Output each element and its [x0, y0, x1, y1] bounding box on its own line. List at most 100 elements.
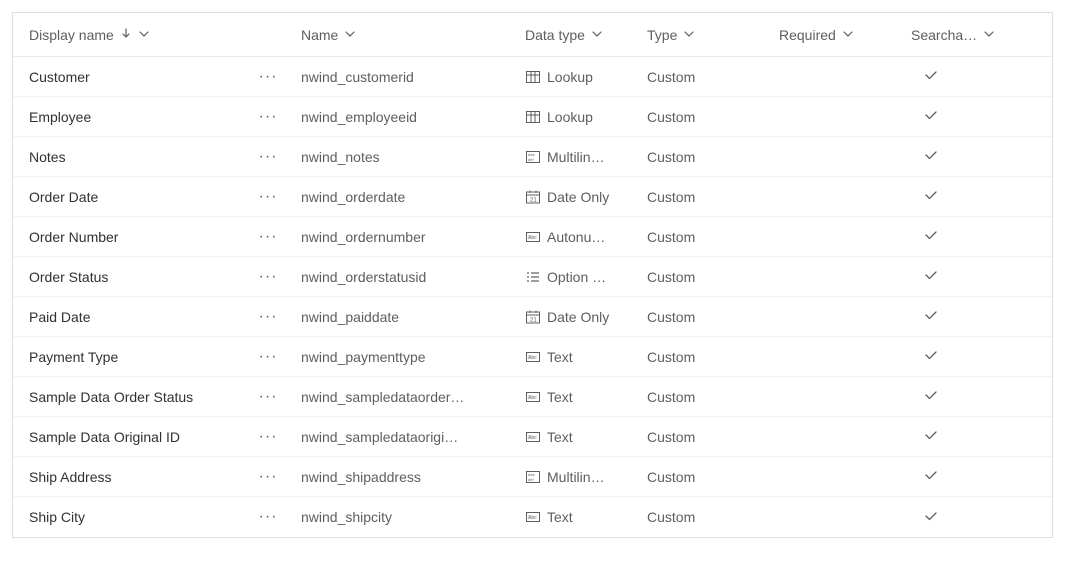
chevron-down-icon — [138, 27, 150, 43]
row-more-button[interactable]: ··· — [243, 149, 293, 165]
chevron-down-icon — [842, 27, 854, 43]
table-row[interactable]: Employee···nwind_employeeidLookupCustom — [13, 97, 1052, 137]
cell-display-name: Paid Date — [13, 309, 243, 325]
svg-text:Abc: Abc — [528, 395, 537, 401]
cell-name: nwind_paymenttype — [293, 349, 517, 365]
sort-down-icon — [120, 27, 132, 43]
row-more-button[interactable]: ··· — [243, 269, 293, 285]
table-row[interactable]: Ship City···nwind_shipcityAbcTextCustom — [13, 497, 1052, 537]
row-more-button[interactable]: ··· — [243, 349, 293, 365]
cell-datatype: AbcText — [517, 349, 639, 365]
row-more-button[interactable]: ··· — [243, 469, 293, 485]
cell-type: Custom — [639, 149, 771, 165]
row-more-button[interactable]: ··· — [243, 189, 293, 205]
row-more-button[interactable]: ··· — [243, 389, 293, 405]
table-row[interactable]: Order Number···nwind_ordernumberAbcAuton… — [13, 217, 1052, 257]
datatype-lookup-icon — [525, 109, 541, 125]
row-more-button[interactable]: ··· — [243, 69, 293, 85]
cell-datatype-text: Date Only — [547, 309, 609, 325]
header-name-label: Name — [301, 27, 338, 43]
cell-datatype: AbcdefMultilin… — [517, 469, 639, 485]
table-row[interactable]: Order Status···nwind_orderstatusidOption… — [13, 257, 1052, 297]
row-more-button[interactable]: ··· — [243, 309, 293, 325]
cell-datatype-text: Date Only — [547, 189, 609, 205]
table-row[interactable]: Notes···nwind_notesAbcdefMultilin…Custom — [13, 137, 1052, 177]
cell-datatype-text: Lookup — [547, 109, 593, 125]
check-icon — [923, 67, 939, 86]
cell-datatype: AbcText — [517, 389, 639, 405]
cell-datatype: 21Date Only — [517, 189, 639, 205]
header-display-name[interactable]: Display name — [13, 27, 243, 43]
cell-datatype: AbcdefMultilin… — [517, 149, 639, 165]
cell-name: nwind_notes — [293, 149, 517, 165]
table-row[interactable]: Paid Date···nwind_paiddate21Date OnlyCus… — [13, 297, 1052, 337]
row-more-button[interactable]: ··· — [243, 229, 293, 245]
more-icon: ··· — [259, 389, 278, 405]
cell-name: nwind_paiddate — [293, 309, 517, 325]
cell-display-name: Notes — [13, 149, 243, 165]
cell-display-name: Order Status — [13, 269, 243, 285]
datatype-option-icon — [525, 269, 541, 285]
table-row[interactable]: Payment Type···nwind_paymenttypeAbcTextC… — [13, 337, 1052, 377]
cell-display-name: Sample Data Order Status — [13, 389, 243, 405]
header-searchable[interactable]: Searcha… — [903, 27, 1023, 43]
table-row[interactable]: Sample Data Original ID···nwind_sampleda… — [13, 417, 1052, 457]
cell-searchable — [903, 107, 1023, 126]
row-more-button[interactable]: ··· — [243, 429, 293, 445]
more-icon: ··· — [259, 69, 278, 85]
cell-display-name: Sample Data Original ID — [13, 429, 243, 445]
check-icon — [923, 107, 939, 126]
cell-searchable — [903, 147, 1023, 166]
svg-text:Abc: Abc — [528, 435, 537, 441]
cell-datatype: Abc Text — [517, 429, 639, 445]
header-required[interactable]: Required — [771, 27, 903, 43]
header-type[interactable]: Type — [639, 27, 771, 43]
cell-type: Custom — [639, 189, 771, 205]
cell-display-name: Employee — [13, 109, 243, 125]
table-row[interactable]: Customer···nwind_customeridLookupCustom — [13, 57, 1052, 97]
cell-searchable — [903, 508, 1023, 527]
cell-searchable — [903, 227, 1023, 246]
cell-datatype-text: Text — [547, 429, 573, 445]
svg-text:def: def — [528, 477, 534, 482]
cell-name: nwind_shipaddress — [293, 469, 517, 485]
cell-display-name: Payment Type — [13, 349, 243, 365]
row-more-button[interactable]: ··· — [243, 109, 293, 125]
svg-text:Abc: Abc — [528, 355, 537, 361]
cell-searchable — [903, 387, 1023, 406]
table-row[interactable]: Order Date···nwind_orderdate21Date OnlyC… — [13, 177, 1052, 217]
datatype-text-icon: Abc — [525, 389, 541, 405]
header-name[interactable]: Name — [293, 27, 517, 43]
cell-type: Custom — [639, 509, 771, 525]
row-more-button[interactable]: ··· — [243, 509, 293, 525]
cell-display-name: Ship Address — [13, 469, 243, 485]
cell-searchable — [903, 347, 1023, 366]
cell-display-name: Order Number — [13, 229, 243, 245]
datatype-text-icon: Abc — [525, 429, 541, 445]
table-row[interactable]: Sample Data Order Status ··· nwind_sampled… — [13, 377, 1052, 417]
cell-datatype: AbcAutonu… — [517, 229, 639, 245]
cell-display-name: Order Date — [13, 189, 243, 205]
svg-text:21: 21 — [530, 317, 537, 323]
cell-name: nwind_employeeid — [293, 109, 517, 125]
more-icon: ··· — [259, 269, 278, 285]
chevron-down-icon — [983, 27, 995, 43]
cell-type: Custom — [639, 229, 771, 245]
cell-display-name: Customer — [13, 69, 243, 85]
check-icon — [923, 307, 939, 326]
cell-searchable — [903, 267, 1023, 286]
cell-name: nwind_customerid — [293, 69, 517, 85]
header-datatype[interactable]: Data type — [517, 27, 639, 43]
cell-display-name: Ship City — [13, 509, 243, 525]
table-header-row: Display name Name Data type Type — [13, 13, 1052, 57]
table-row[interactable]: Ship Address···nwind_shipaddressAbcdefMu… — [13, 457, 1052, 497]
cell-datatype: Option … — [517, 269, 639, 285]
more-icon: ··· — [259, 109, 278, 125]
cell-name: nwind_sampledataorder… — [293, 389, 517, 405]
check-icon — [923, 187, 939, 206]
cell-searchable — [903, 467, 1023, 486]
datatype-text-icon: Abc — [525, 349, 541, 365]
cell-searchable — [903, 307, 1023, 326]
check-icon — [923, 508, 939, 527]
check-icon — [923, 427, 939, 446]
